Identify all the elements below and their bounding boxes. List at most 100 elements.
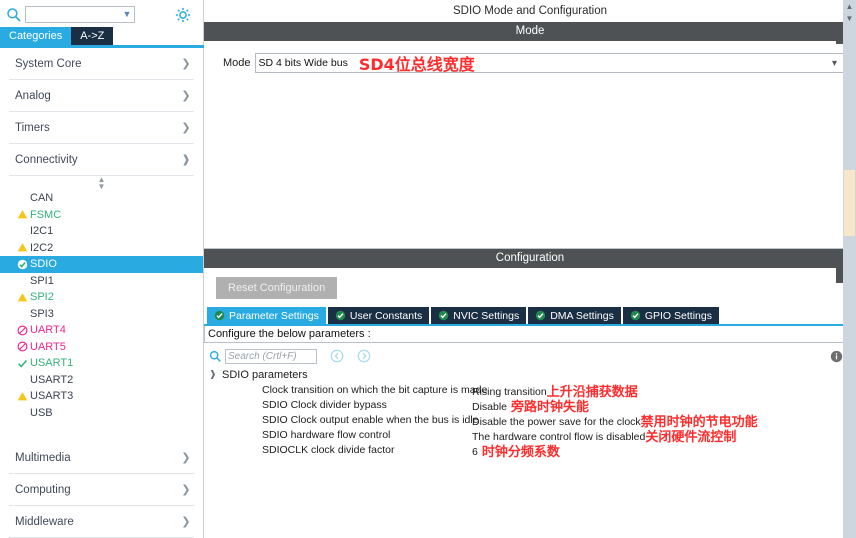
chevron-right-circle-icon[interactable] [357,349,371,363]
check-circle-icon [536,310,546,321]
peripheral-scroll-spinner[interactable]: ▲ ▼ [0,175,203,191]
peripheral-item-i2c2[interactable]: I2C2 [0,240,203,257]
chevron-down-icon: ❱ [181,154,191,166]
chevron-right-icon: ❯ [181,90,191,102]
peripheral-item-uart4[interactable]: UART4 [0,322,203,339]
scroll-down-arrow-icon[interactable]: ▼ [843,12,856,24]
mode-select[interactable]: SD 4 bits Wide bus SD4位总线宽度 ▾ [254,53,844,74]
category-timers[interactable]: Timers ❯ [9,112,194,144]
peripheral-item-usart3[interactable]: USART3 [0,388,203,405]
peripheral-item-spi2[interactable]: SPI2 [0,289,203,306]
parameter-annotation: 时钟分频系数 [481,445,560,460]
category-analog[interactable]: Analog ❯ [9,80,194,112]
peripheral-item-usart1[interactable]: USART1 [0,355,203,372]
parameter-search-row [204,345,856,367]
config-tab-label: DMA Settings [550,309,614,322]
gear-icon[interactable] [175,7,191,23]
sidebar-search-input[interactable]: ▼ [25,6,135,23]
parameter-annotation: 旁路时钟失能 [511,400,590,415]
parameter-row[interactable]: SDIOCLK clock divide factor 6 时钟分频系数 [204,442,856,461]
peripheral-item-fsmc[interactable]: FSMC [0,207,203,224]
peripheral-status-icon [14,325,30,336]
category-computing[interactable]: Computing ❯ [9,474,194,506]
config-tab-gpio-settings[interactable]: GPIO Settings [622,307,719,324]
peripheral-label: USART2 [30,373,74,386]
mode-section-header: Mode [204,22,856,41]
category-system-core[interactable]: System Core ❯ [9,48,194,80]
search-icon [7,7,21,22]
scroll-up-arrow-icon[interactable]: ▲ [843,0,856,12]
parameter-table: Clock transition on which the bit captur… [204,382,856,461]
scroll-up-down-icon: ▲ ▼ [97,175,106,191]
peripheral-label: I2C1 [30,225,54,238]
category-middleware[interactable]: Middleware ❯ [9,506,194,538]
chevron-right-icon: ❯ [181,58,191,70]
config-tab-label: NVIC Settings [453,309,520,322]
category-label: Analog [15,89,51,102]
reset-configuration-button[interactable]: Reset Configuration [216,277,338,299]
warning-icon [17,210,27,219]
peripheral-label: SPI1 [30,274,54,287]
mode-annotation: SD4位总线宽度 [358,55,475,74]
mode-field-label: Mode [223,57,251,69]
peripheral-item-usb[interactable]: USB [0,405,203,422]
page-title: SDIO Mode and Configuration [204,0,856,22]
parameter-name: SDIO Clock output enable when the bus is… [262,413,479,426]
check-circle-icon [630,310,641,321]
category-list-top: System Core ❯ Analog ❯ Timers ❯ Connecti… [0,48,203,176]
peripheral-status-icon [14,391,30,402]
peripheral-label: UART5 [30,340,66,353]
peripheral-item-i2c1[interactable]: I2C1 [0,223,203,240]
scrollbar-thumb[interactable] [844,170,855,236]
scroll-corner-top [836,22,843,44]
peripheral-sidebar: ▼ Categories A->Z System Core ❯ Analog ❯… [0,0,204,538]
peripheral-status-icon [14,209,30,220]
configure-parameters-note: Configure the below parameters : [204,326,856,343]
category-label: Computing [15,483,71,496]
peripheral-label: USART1 [30,357,74,370]
vertical-scrollbar[interactable]: ▲ ▼ [843,0,856,538]
config-tab-label: GPIO Settings [644,309,712,322]
config-tab-parameter-settings[interactable]: Parameter Settings [207,307,326,324]
peripheral-item-can[interactable]: CAN [0,190,203,207]
parameter-search-input[interactable] [225,348,317,364]
category-list-bottom: Multimedia ❯ Computing ❯ Middleware ❯ [0,442,203,538]
category-label: Timers [15,121,50,134]
peripheral-item-spi1[interactable]: SPI1 [0,273,203,290]
tab-a-to-z[interactable]: A->Z [71,27,114,45]
chevron-left-circle-icon[interactable] [330,349,344,363]
config-tab-label: Parameter Settings [229,309,319,322]
category-connectivity[interactable]: Connectivity ❱ [9,144,194,176]
mode-section-body: Mode SD 4 bits Wide bus SD4位总线宽度 ▾ [204,41,856,249]
config-tab-user-constants[interactable]: User Constants [327,307,430,324]
scroll-corner-mid [836,261,843,283]
config-tab-dma-settings[interactable]: DMA Settings [528,307,621,324]
warning-icon [17,391,27,401]
chevron-down-icon: ▼ [122,9,132,19]
category-multimedia[interactable]: Multimedia ❯ [9,442,194,474]
blocked-icon [17,325,27,336]
check-circle-icon [214,310,225,321]
peripheral-status-icon [14,358,30,369]
peripheral-item-sdio[interactable]: SDIO [0,256,203,273]
parameter-value: 6 [472,446,478,458]
tab-categories[interactable]: Categories [0,27,72,45]
check-circle-icon [17,259,27,269]
info-icon[interactable] [830,350,843,363]
parameter-name: Clock transition on which the bit captur… [262,383,488,396]
configuration-section-header: Configuration [204,249,856,268]
peripheral-item-uart5[interactable]: UART5 [0,339,203,356]
parameter-name: SDIO hardware flow control [262,428,391,441]
peripheral-label: UART4 [30,324,66,337]
chevron-right-icon: ❯ [181,122,191,134]
mode-selected-value: SD 4 bits Wide bus [258,57,348,69]
warning-icon [17,292,27,302]
parameter-row[interactable]: SDIO Clock divider bypass Disable 旁路时钟失能 [204,397,856,416]
peripheral-item-spi3[interactable]: SPI3 [0,306,203,323]
blocked-icon [17,341,27,352]
peripheral-list: CAN FSMC I2C1 I2C2 SDIO SPI1 SPI2 SPI3 UART4 UART… [0,190,203,421]
parameter-name: SDIOCLK clock divide factor [262,443,395,456]
chevron-right-icon: ❯ [181,516,191,528]
config-tab-nvic-settings[interactable]: NVIC Settings [431,307,527,324]
peripheral-item-usart2[interactable]: USART2 [0,372,203,389]
